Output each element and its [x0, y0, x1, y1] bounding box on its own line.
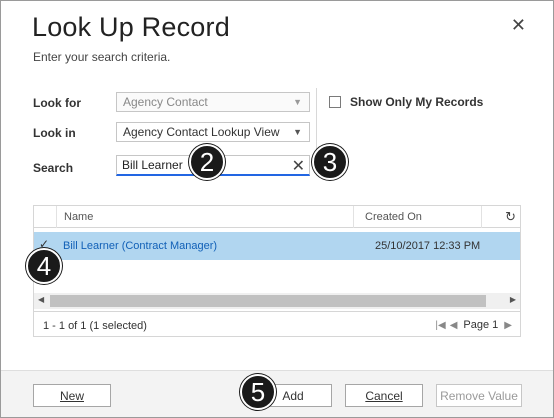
grid-footer: 1 - 1 of 1 (1 selected) |◀ ◀ Page 1 ▶ — [34, 311, 520, 337]
dialog-title: Look Up Record — [32, 12, 230, 42]
results-grid: Name Created On ↻ ✓ Bill Learner (Contra… — [33, 205, 521, 337]
show-only-my-records[interactable]: Show Only My Records — [329, 95, 483, 109]
remove-value-button[interactable]: Remove Value — [436, 384, 522, 407]
previous-page-icon[interactable]: ◀ — [450, 320, 458, 331]
pager: |◀ ◀ Page 1 ▶ — [435, 319, 512, 331]
table-row[interactable]: ✓ Bill Learner (Contract Manager) 25/10/… — [34, 232, 520, 260]
add-button-label: Add — [282, 388, 304, 403]
new-button[interactable]: New — [33, 384, 111, 407]
column-divider — [481, 206, 482, 228]
next-page-icon[interactable]: ▶ — [504, 320, 512, 331]
column-divider — [353, 206, 354, 228]
show-only-my-records-checkbox[interactable] — [329, 96, 341, 108]
column-header-created-on[interactable]: Created On — [365, 211, 422, 223]
scrollbar-thumb[interactable] — [50, 295, 486, 307]
dropdown-arrow-icon: ▼ — [293, 97, 302, 107]
look-for-select[interactable]: Agency Contact ▼ — [116, 92, 310, 112]
scroll-left-icon[interactable]: ◀ — [38, 295, 44, 304]
scroll-right-icon[interactable]: ▶ — [510, 295, 516, 304]
look-in-select[interactable]: Agency Contact Lookup View ▼ — [116, 122, 310, 142]
column-header-name[interactable]: Name — [64, 211, 93, 223]
look-in-value: Agency Contact Lookup View — [123, 125, 280, 139]
annotation-badge-2: 2 — [189, 144, 225, 180]
look-for-value: Agency Contact — [123, 95, 208, 109]
grid-header: Name Created On ↻ — [34, 206, 520, 228]
new-button-label: New — [59, 388, 84, 403]
clear-search-icon[interactable]: ✕ — [292, 156, 305, 176]
dropdown-arrow-icon: ▼ — [293, 127, 302, 137]
record-name-link[interactable]: Bill Learner (Contract Manager) — [63, 240, 217, 252]
remove-value-button-label: Remove Value — [440, 388, 518, 403]
annotation-badge-3: 3 — [312, 144, 348, 180]
annotation-badge-4: 4 — [26, 248, 62, 284]
refresh-icon[interactable]: ↻ — [505, 209, 516, 225]
show-only-my-records-label: Show Only My Records — [350, 95, 484, 109]
search-label: Search — [33, 161, 74, 175]
cancel-button[interactable]: Cancel — [345, 384, 423, 407]
record-created-on: 25/10/2017 12:33 PM — [375, 240, 481, 252]
cancel-button-label: Cancel — [365, 388, 403, 403]
annotation-badge-5: 5 — [240, 374, 276, 410]
page-label: Page 1 — [463, 319, 499, 331]
close-icon[interactable]: ✕ — [511, 16, 526, 34]
dialog-subtitle: Enter your search criteria. — [33, 50, 171, 64]
record-count: 1 - 1 of 1 (1 selected) — [43, 320, 147, 332]
column-divider — [56, 206, 57, 228]
first-page-icon[interactable]: |◀ — [435, 320, 445, 331]
horizontal-scrollbar[interactable]: ◀ ▶ — [34, 293, 520, 309]
look-for-label: Look for — [33, 96, 81, 110]
look-in-label: Look in — [33, 126, 76, 140]
